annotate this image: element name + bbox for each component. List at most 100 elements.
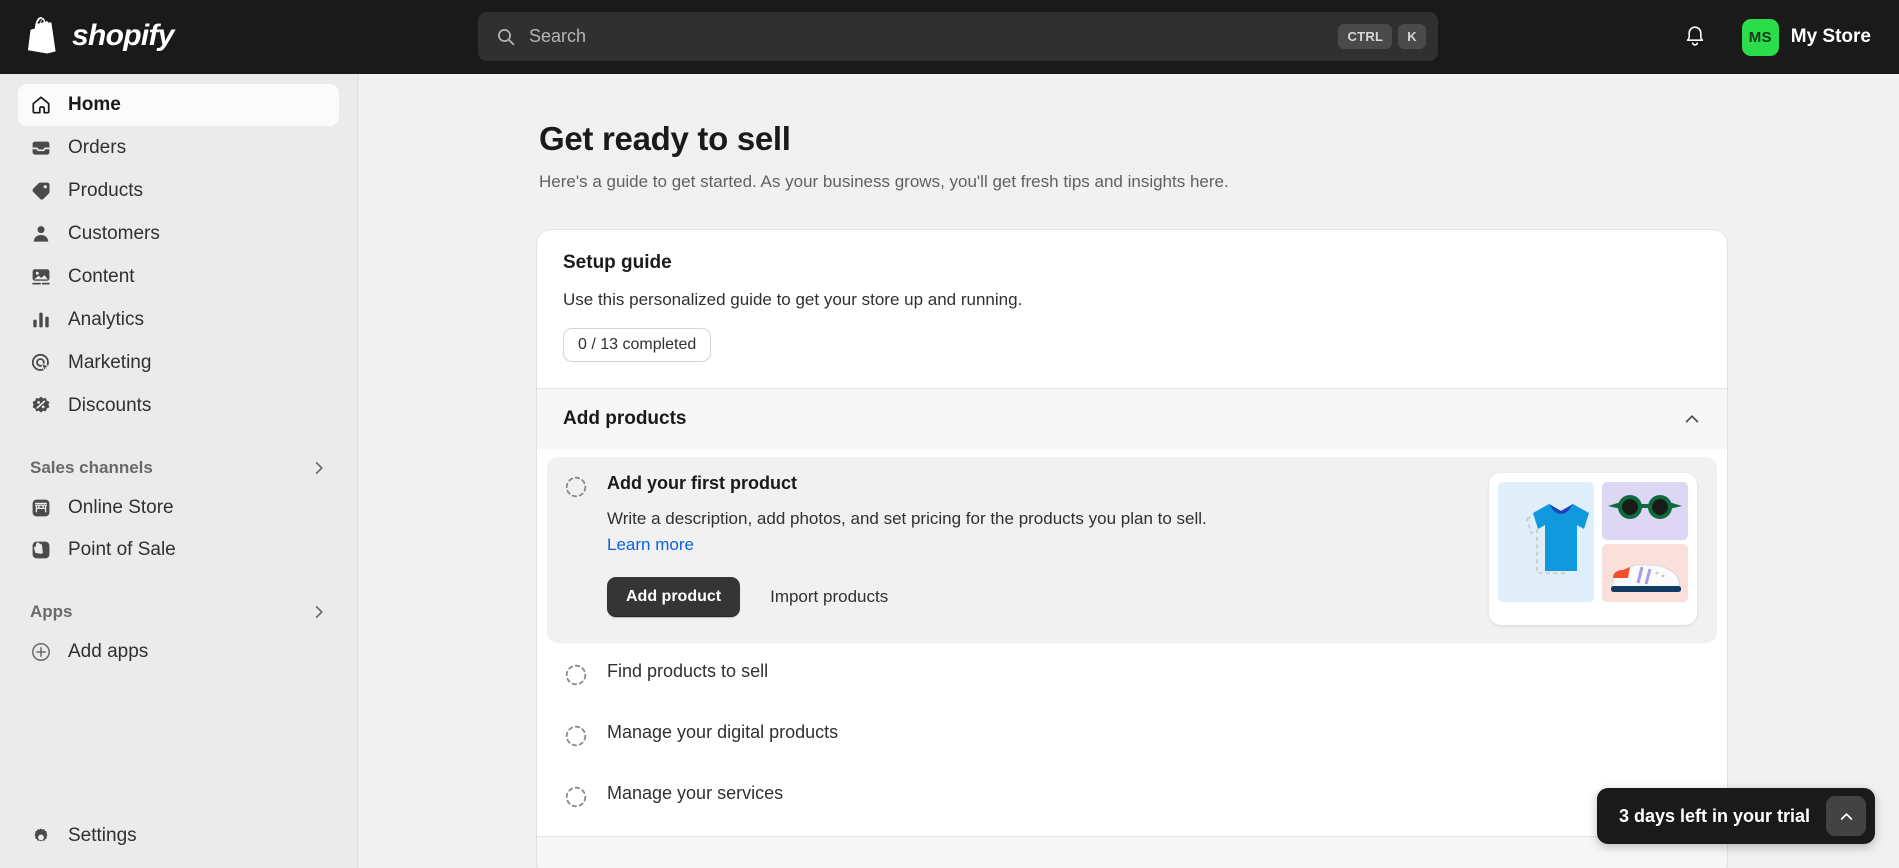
task-row-find-products[interactable]: Find products to sell	[547, 643, 1717, 704]
sidebar-item-content[interactable]: Content	[18, 256, 339, 298]
task-row-services[interactable]: Manage your services	[547, 765, 1717, 826]
search-placeholder: Search	[529, 26, 587, 46]
page-header: Get ready to sell Here's a guide to get …	[359, 74, 1899, 192]
sidebar-item-online-store[interactable]: Online Store	[18, 487, 339, 529]
avatar: MS	[1741, 18, 1779, 56]
customers-person-icon	[30, 223, 52, 245]
store-name: My Store	[1790, 26, 1871, 47]
incomplete-dashed-circle-icon[interactable]	[563, 474, 589, 500]
global-search-bar[interactable]: Search CTRL K	[478, 12, 1438, 61]
sidebar-item-label: Content	[68, 266, 135, 287]
top-bar: shopify Search CTRL K MS My Store	[0, 0, 1899, 74]
sidebar-item-settings[interactable]: Settings	[18, 814, 339, 858]
sales-channels-section-header[interactable]: Sales channels	[0, 449, 357, 487]
chevron-up-icon[interactable]	[1683, 410, 1701, 428]
shopify-bag-icon	[28, 17, 56, 54]
sidebar-item-discounts[interactable]: Discounts	[18, 385, 339, 427]
primary-nav: Home Orders Products Customers Content A…	[0, 74, 357, 427]
home-icon	[30, 94, 52, 116]
sidebar-item-orders[interactable]: Orders	[18, 127, 339, 169]
task-list: Add your first product Write a descripti…	[537, 449, 1727, 836]
task-row-digital-products[interactable]: Manage your digital products	[547, 704, 1717, 765]
top-bar-right: MS My Store	[1676, 0, 1879, 74]
sidebar-item-label: Home	[68, 94, 121, 115]
products-tag-icon	[30, 180, 52, 202]
task-status[interactable]	[563, 662, 589, 688]
chevron-right-icon	[315, 605, 323, 619]
task-content: Find products to sell	[607, 659, 1701, 688]
trial-text: 3 days left in your trial	[1618, 805, 1810, 826]
trial-expand-button[interactable]	[1826, 796, 1866, 836]
add-product-button[interactable]: Add product	[607, 577, 741, 618]
sidebar-item-marketing[interactable]: Marketing	[18, 342, 339, 384]
task-status[interactable]	[563, 784, 589, 810]
sidebar-item-analytics[interactable]: Analytics	[18, 299, 339, 341]
task-content: Add your first product Write a descripti…	[607, 471, 1471, 625]
task-row-add-first-product: Add your first product Write a descripti…	[547, 457, 1717, 643]
sidebar-item-label: Products	[68, 180, 143, 201]
trial-banner: 3 days left in your trial	[1596, 788, 1875, 844]
setup-guide-header: Setup guide Use this personalized guide …	[537, 230, 1727, 388]
sidebar-item-products[interactable]: Products	[18, 170, 339, 212]
section-title: Sales channels	[30, 458, 153, 477]
incomplete-dashed-circle-icon[interactable]	[563, 723, 589, 749]
task-title[interactable]: Add your first product	[607, 471, 1471, 495]
sidebar-item-customers[interactable]: Customers	[18, 213, 339, 255]
next-group-header-partial[interactable]	[537, 836, 1727, 868]
sidebar-item-label: Customers	[68, 223, 160, 244]
gear-icon	[30, 825, 52, 847]
store-account-button[interactable]: MS My Store	[1734, 14, 1879, 61]
task-description-text: Write a description, add photos, and set…	[607, 509, 1207, 529]
search-icon	[498, 28, 515, 45]
apps-section-header[interactable]: Apps	[0, 593, 357, 631]
sidebar-item-point-of-sale[interactable]: Point of Sale	[18, 529, 339, 571]
shopify-logo[interactable]: shopify	[28, 15, 174, 59]
task-title[interactable]: Manage your digital products	[607, 720, 1701, 744]
task-actions: Add product Import products	[607, 577, 1471, 618]
sidebar-item-label: Analytics	[68, 309, 145, 330]
sidebar-item-add-apps[interactable]: Add apps	[18, 631, 339, 673]
incomplete-dashed-circle-icon[interactable]	[563, 662, 589, 688]
task-status[interactable]	[563, 723, 589, 749]
pos-icon	[30, 539, 52, 561]
import-products-button[interactable]: Import products	[770, 587, 888, 607]
orders-icon	[30, 137, 52, 159]
sidebar-item-home[interactable]: Home	[18, 84, 339, 126]
sidebar-item-label: Marketing	[68, 352, 152, 373]
search-shortcut-k: K	[1398, 24, 1426, 49]
add-products-group-header[interactable]: Add products	[537, 388, 1727, 449]
plus-circle-icon	[30, 641, 52, 663]
discounts-badge-icon	[30, 395, 52, 417]
learn-more-link[interactable]: Learn more	[607, 535, 694, 554]
shopify-wordmark: shopify	[72, 19, 174, 52]
content-image-icon	[30, 266, 52, 288]
sidebar-item-label: Online Store	[68, 497, 174, 518]
analytics-bars-icon	[30, 309, 52, 331]
product-sample-images	[1498, 482, 1688, 602]
task-content: Manage your digital products	[607, 720, 1701, 749]
sidebar-item-label: Point of Sale	[68, 539, 176, 560]
setup-guide-card: Setup guide Use this personalized guide …	[537, 230, 1727, 868]
task-description: Write a description, add photos, and set…	[607, 506, 1207, 557]
setup-guide-title: Setup guide	[563, 252, 672, 273]
notifications-button[interactable]	[1676, 18, 1714, 56]
sidebar: Home Orders Products Customers Content A…	[0, 74, 358, 868]
page-title: Get ready to sell	[539, 120, 791, 157]
incomplete-dashed-circle-icon[interactable]	[563, 784, 589, 810]
chevron-right-icon	[315, 461, 323, 475]
product-illustration	[1489, 473, 1697, 625]
search-shortcut-ctrl: CTRL	[1338, 24, 1393, 49]
chevron-up-icon	[1840, 812, 1852, 820]
group-title: Add products	[563, 408, 687, 429]
storefront-icon	[30, 497, 52, 519]
section-title: Apps	[30, 602, 73, 621]
marketing-target-icon	[30, 352, 52, 374]
bell-icon	[1686, 26, 1703, 46]
task-title[interactable]: Manage your services	[607, 781, 1701, 805]
sidebar-item-label: Orders	[68, 137, 127, 158]
sidebar-item-label: Discounts	[68, 395, 152, 416]
progress-badge: 0 / 13 completed	[563, 328, 712, 362]
task-status[interactable]	[563, 474, 589, 625]
task-title[interactable]: Find products to sell	[607, 659, 1701, 683]
page-subtitle: Here's a guide to get started. As your b…	[539, 172, 1229, 191]
